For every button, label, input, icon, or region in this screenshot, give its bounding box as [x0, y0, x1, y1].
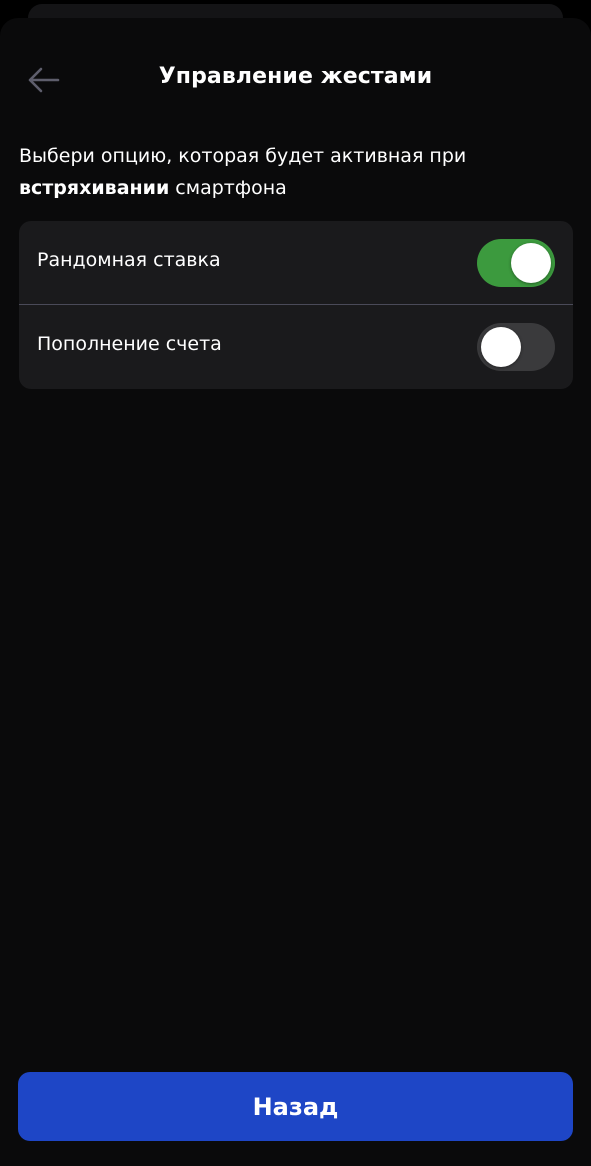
option-deposit[interactable]: Пополнение счета — [19, 305, 573, 389]
description-part2: смартфона — [169, 177, 287, 199]
description-bold: встряхивании — [19, 177, 170, 199]
random-bet-toggle[interactable] — [477, 239, 555, 287]
toggle-knob — [481, 327, 521, 367]
option-random-bet-label: Рандомная ставка — [37, 249, 221, 271]
page-title: Управление жестами — [158, 64, 433, 89]
toggle-knob — [511, 243, 551, 283]
header: Управление жестами — [0, 36, 591, 124]
bottom-sheet: Управление жестами Выбери опцию, которая… — [0, 18, 591, 1166]
deposit-toggle[interactable] — [477, 323, 555, 371]
description-text: Выбери опцию, которая будет активная при… — [19, 140, 569, 204]
description-part1: Выбери опцию, которая будет активная при — [19, 145, 467, 167]
option-deposit-label: Пополнение счета — [37, 333, 222, 355]
options-card: Рандомная ставка Пополнение счета — [19, 221, 573, 389]
option-random-bet[interactable]: Рандомная ставка — [19, 221, 573, 305]
back-button[interactable]: Назад — [18, 1072, 573, 1141]
